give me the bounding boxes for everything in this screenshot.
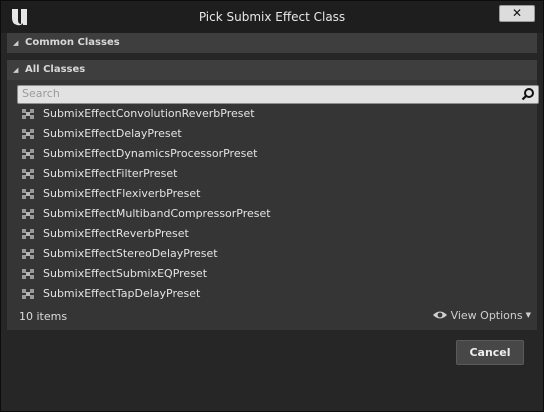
triangle-icon: ◢ [13, 39, 19, 47]
class-icon [22, 269, 34, 279]
list-item[interactable]: SubmixEffectMultibandCompressorPreset [7, 204, 537, 224]
class-icon [22, 249, 34, 259]
view-options-button[interactable]: View Options ▼ [432, 309, 531, 322]
class-icon [22, 109, 34, 119]
list-item[interactable]: SubmixEffectDelayPreset [7, 124, 537, 144]
section-label: Common Classes [25, 37, 120, 48]
class-name: SubmixEffectDynamicsProcessorPreset [43, 147, 258, 160]
class-name: SubmixEffectFlexiverbPreset [43, 187, 201, 200]
list-item[interactable]: SubmixEffectTapDelayPreset [7, 284, 537, 304]
class-icon [22, 149, 34, 159]
list-item[interactable]: SubmixEffectStereoDelayPreset [7, 244, 537, 264]
class-icon [22, 189, 34, 199]
list-item[interactable]: SubmixEffectDynamicsProcessorPreset [7, 144, 537, 164]
item-count: 10 items [19, 310, 68, 323]
view-options-label: View Options [450, 309, 523, 322]
triangle-icon: ◢ [13, 66, 19, 74]
class-name: SubmixEffectReverbPreset [43, 227, 189, 240]
close-button[interactable]: ✕ [499, 5, 535, 22]
class-icon [22, 289, 34, 299]
list-item[interactable]: SubmixEffectSubmixEQPreset [7, 264, 537, 284]
list-item[interactable]: SubmixEffectFlexiverbPreset [7, 184, 537, 204]
section-all-classes[interactable]: ◢ All Classes [7, 60, 537, 80]
class-name: SubmixEffectSubmixEQPreset [43, 267, 208, 280]
class-name: SubmixEffectStereoDelayPreset [43, 247, 218, 260]
class-list: SubmixEffectConvolutionReverbPreset Submi… [7, 104, 537, 304]
pick-class-dialog: Pick Submix Effect Class ✕ ◢ Common Clas… [0, 0, 544, 412]
eye-icon [432, 311, 447, 319]
class-icon [22, 169, 34, 179]
chevron-down-icon: ▼ [525, 311, 531, 319]
class-icon [22, 129, 34, 139]
search-placeholder: Search [22, 87, 60, 100]
list-item[interactable]: SubmixEffectFilterPreset [7, 164, 537, 184]
section-common-classes[interactable]: ◢ Common Classes [7, 33, 537, 53]
class-icon [22, 229, 34, 239]
list-item[interactable]: SubmixEffectConvolutionReverbPreset [7, 104, 537, 124]
class-name: SubmixEffectDelayPreset [43, 127, 182, 140]
cancel-button[interactable]: Cancel [456, 340, 524, 365]
search-input[interactable]: Search [17, 85, 539, 104]
class-name: SubmixEffectTapDelayPreset [43, 287, 201, 300]
class-icon [22, 209, 34, 219]
class-name: SubmixEffectConvolutionReverbPreset [43, 107, 255, 120]
class-name: SubmixEffectFilterPreset [43, 167, 178, 180]
section-label: All Classes [25, 64, 86, 75]
title-bar[interactable]: Pick Submix Effect Class ✕ [1, 1, 543, 33]
all-classes-panel: Search SubmixEffectConvolutionReverbPres… [7, 80, 539, 330]
list-item[interactable]: SubmixEffectReverbPreset [7, 224, 537, 244]
search-icon[interactable] [521, 87, 535, 101]
class-name: SubmixEffectMultibandCompressorPreset [43, 207, 271, 220]
window-title: Pick Submix Effect Class [198, 10, 346, 24]
